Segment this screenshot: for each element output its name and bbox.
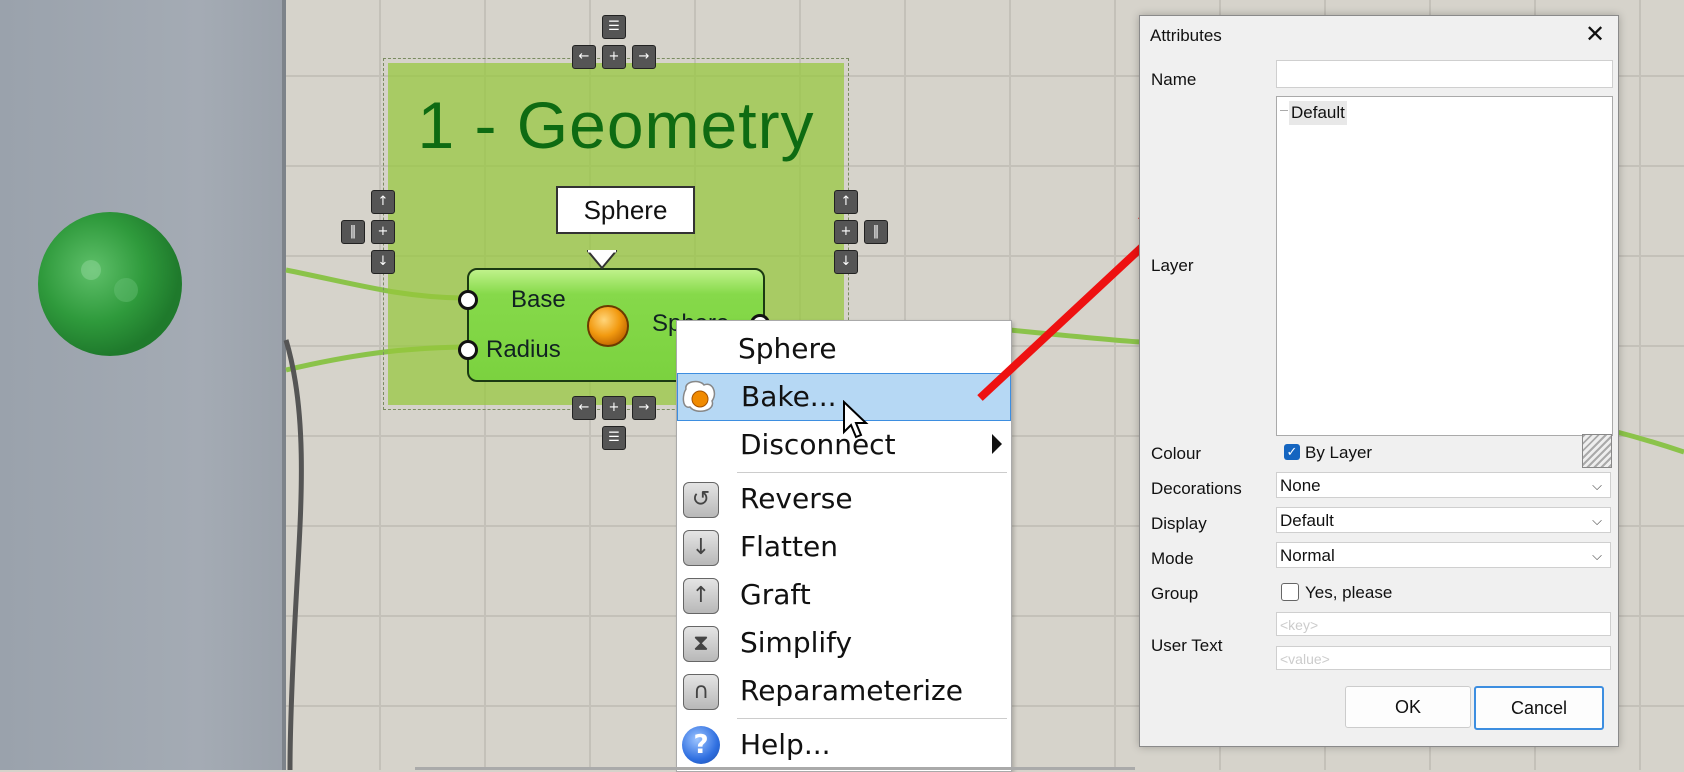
help-icon: ? <box>682 726 720 764</box>
zui-bars-icon[interactable]: ‖ <box>341 220 365 244</box>
reparameterize-icon: ∩ <box>683 674 719 710</box>
zui-plus-icon[interactable]: + <box>371 220 395 244</box>
flatten-icon: ↓ <box>683 530 719 566</box>
reverse-icon: ↺ <box>683 482 719 518</box>
bake-icon <box>682 379 718 415</box>
input-label-radius: Radius <box>486 336 561 363</box>
input-port-base[interactable] <box>458 290 478 310</box>
chevron-down-icon: ⌵ <box>1592 513 1602 528</box>
cancel-button[interactable]: Cancel <box>1474 686 1604 730</box>
menu-label: Simplify <box>740 626 853 659</box>
zui-menu-icon[interactable]: ☰ <box>602 15 626 39</box>
close-icon[interactable]: ✕ <box>1580 20 1610 50</box>
display-label: Display <box>1151 514 1207 533</box>
menu-separator <box>737 718 1007 719</box>
graft-icon: ↑ <box>683 578 719 614</box>
input-port-radius[interactable] <box>458 340 478 360</box>
zui-plus-icon[interactable]: + <box>834 220 858 244</box>
menu-label: Sphere <box>738 332 837 365</box>
mode-select[interactable]: Normal ⌵ <box>1276 542 1611 568</box>
zui-menu-icon[interactable]: ☰ <box>602 426 626 450</box>
tree-connector <box>1280 110 1288 111</box>
user-text-value-input[interactable]: <value> <box>1276 646 1611 670</box>
decorations-select[interactable]: None ⌵ <box>1276 472 1611 498</box>
layer-label: Layer <box>1151 256 1194 275</box>
menu-label: Reparameterize <box>740 674 963 707</box>
group-option-label: Yes, please <box>1305 583 1393 602</box>
display-value: Default <box>1280 511 1334 530</box>
zui-down-icon[interactable]: ↓ <box>371 250 395 274</box>
group-title: 1 - Geometry <box>417 88 815 162</box>
user-text-key-input[interactable]: <key> <box>1276 612 1611 636</box>
menu-item-reparameterize[interactable]: ∩ Reparameterize <box>677 668 1011 714</box>
attributes-dialog: Attributes ✕ Name Layer Default Colour ✓… <box>1139 15 1619 747</box>
wire-output-right <box>1616 429 1684 455</box>
zui-bars-icon[interactable]: ‖ <box>864 220 888 244</box>
chevron-down-icon: ⌵ <box>1592 548 1602 563</box>
menu-label: Help... <box>740 728 831 761</box>
decorations-label: Decorations <box>1151 479 1242 498</box>
menu-label: Disconnect <box>740 428 896 461</box>
menu-item-flatten[interactable]: ↓ Flatten <box>677 524 1011 570</box>
menu-item-simplify[interactable]: ⧗ Simplify <box>677 620 1011 666</box>
menu-label: Graft <box>740 578 811 611</box>
colour-option-label: By Layer <box>1305 443 1373 462</box>
layer-item-default[interactable]: Default <box>1289 101 1347 125</box>
wire-dark <box>283 339 304 770</box>
mode-value: Normal <box>1280 546 1335 565</box>
zui-right-icon[interactable]: → <box>632 45 656 69</box>
zui-left-icon[interactable]: ← <box>572 45 596 69</box>
menu-separator <box>737 472 1007 473</box>
chevron-down-icon: ⌵ <box>1592 478 1602 493</box>
zui-plus-icon[interactable]: + <box>602 45 626 69</box>
display-select[interactable]: Default ⌵ <box>1276 507 1611 533</box>
menu-item-reverse[interactable]: ↺ Reverse <box>677 476 1011 522</box>
mode-label: Mode <box>1151 549 1194 568</box>
name-field[interactable] <box>1276 60 1613 88</box>
group-checkbox[interactable] <box>1281 583 1299 601</box>
menu-label: Reverse <box>740 482 853 515</box>
name-label: Name <box>1151 70 1197 89</box>
badge-pointer <box>587 250 617 270</box>
input-label-base: Base <box>511 286 566 313</box>
layer-tree[interactable]: Default <box>1276 96 1613 436</box>
menu-item-graft[interactable]: ↑ Graft <box>677 572 1011 618</box>
component-name-badge: Sphere <box>556 186 695 234</box>
group-label: Group <box>1151 584 1199 603</box>
zui-up-icon[interactable]: ↑ <box>834 190 858 214</box>
colour-swatch[interactable] <box>1582 434 1612 468</box>
simplify-icon: ⧗ <box>683 626 719 662</box>
ok-button[interactable]: OK <box>1345 686 1471 728</box>
zui-down-icon[interactable]: ↓ <box>834 250 858 274</box>
menu-label: Flatten <box>740 530 838 563</box>
dialog-title: Attributes <box>1150 26 1222 45</box>
zui-plus-icon[interactable]: + <box>602 396 626 420</box>
zui-up-icon[interactable]: ↑ <box>371 190 395 214</box>
decorations-value: None <box>1280 476 1321 495</box>
colour-label: Colour <box>1151 444 1202 463</box>
zui-left-icon[interactable]: ← <box>572 396 596 420</box>
menu-label: Bake... <box>741 380 837 413</box>
zui-right-icon[interactable]: → <box>632 396 656 420</box>
mouse-cursor-icon <box>843 400 869 439</box>
user-text-label: User Text <box>1151 636 1223 655</box>
menu-item-help[interactable]: ? Help... <box>677 722 1011 768</box>
submenu-arrow-icon <box>992 434 1002 454</box>
colour-by-layer-checkbox[interactable]: ✓ <box>1284 444 1300 460</box>
sphere-component-icon <box>587 305 629 347</box>
